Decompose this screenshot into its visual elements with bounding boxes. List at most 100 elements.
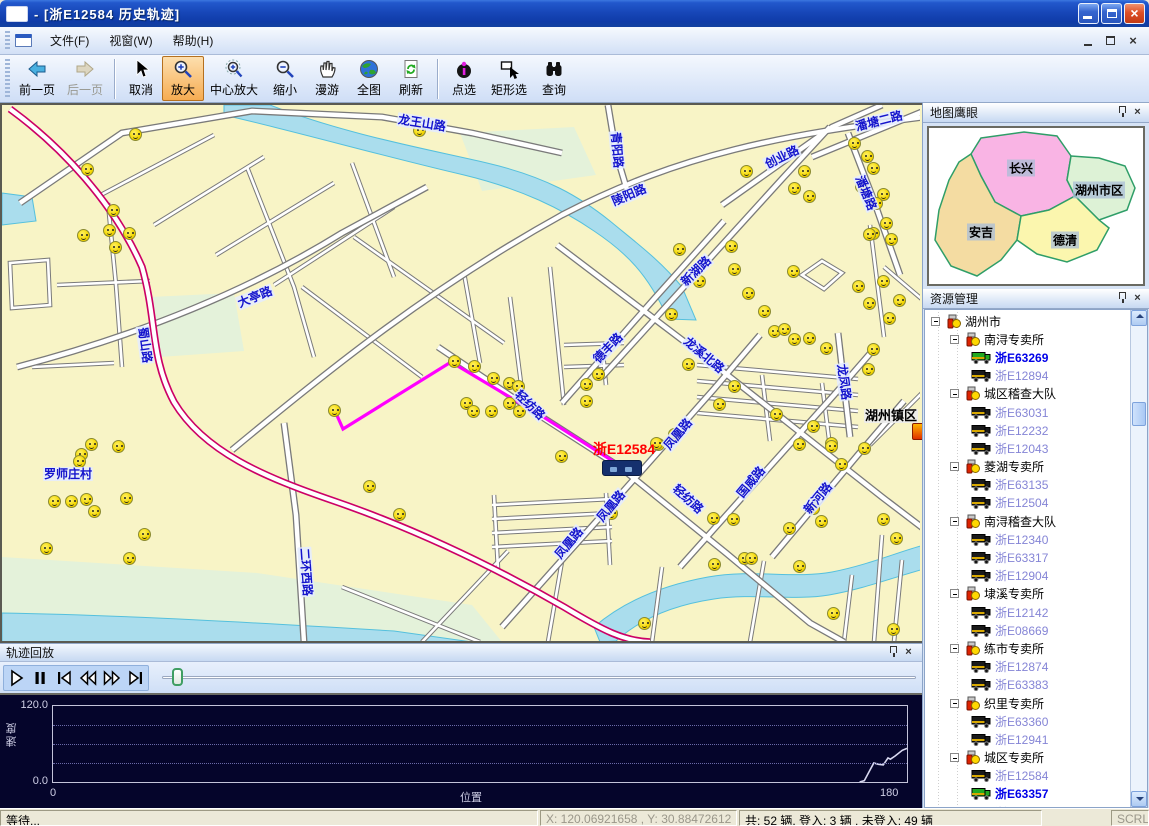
vehicle-position-smiley-icon[interactable] [555, 450, 568, 463]
tree-group-织里专卖所[interactable]: 织里专卖所 [925, 694, 1130, 712]
vehicle-position-smiley-icon[interactable] [835, 458, 848, 471]
vehicle-position-smiley-icon[interactable] [793, 438, 806, 451]
tree-vehicle-浙E08669[interactable]: 浙E08669 [925, 621, 1130, 639]
tree-vehicle-浙E09387[interactable]: 浙E09387 [925, 803, 1130, 807]
vehicle-position-smiley-icon[interactable] [665, 308, 678, 321]
toolbar-button-查询[interactable]: 查询 [533, 56, 575, 101]
tree-vehicle-浙E12142[interactable]: 浙E12142 [925, 603, 1130, 621]
tree-expander-icon[interactable] [950, 389, 959, 398]
playback-fast-forward-button[interactable] [100, 666, 124, 690]
vehicle-position-smiley-icon[interactable] [852, 280, 865, 293]
resource-close-button[interactable]: × [1130, 291, 1145, 306]
toolbar-button-取消[interactable]: 取消 [120, 56, 162, 101]
minimize-button[interactable] [1078, 3, 1099, 24]
close-button[interactable]: × [1124, 3, 1145, 24]
overview-close-button[interactable]: × [1130, 105, 1145, 120]
tree-vehicle-浙E12894[interactable]: 浙E12894 [925, 367, 1130, 385]
vehicle-position-smiley-icon[interactable] [77, 229, 90, 242]
vehicle-position-smiley-icon[interactable] [758, 305, 771, 318]
tree-group-练市专卖所[interactable]: 练市专卖所 [925, 639, 1130, 657]
vehicle-position-smiley-icon[interactable] [103, 224, 116, 237]
tree-vehicle-浙E12874[interactable]: 浙E12874 [925, 658, 1130, 676]
vehicle-position-smiley-icon[interactable] [673, 243, 686, 256]
playback-rewind-button[interactable] [76, 666, 100, 690]
vehicle-position-smiley-icon[interactable] [783, 522, 796, 535]
scroll-down-button[interactable] [1131, 791, 1147, 807]
tree-group-埭溪专卖所[interactable]: 埭溪专卖所 [925, 585, 1130, 603]
vehicle-position-smiley-icon[interactable] [123, 227, 136, 240]
vehicle-position-smiley-icon[interactable] [112, 440, 125, 453]
playback-pause-button[interactable] [28, 666, 52, 690]
tree-root-湖州市[interactable]: 湖州市 [925, 312, 1130, 330]
scroll-up-button[interactable] [1131, 310, 1147, 326]
mdi-restore-button[interactable] [1103, 34, 1119, 48]
tree-vehicle-浙E12584[interactable]: 浙E12584 [925, 767, 1130, 785]
playback-step-start-button[interactable] [52, 666, 76, 690]
vehicle-position-smiley-icon[interactable] [88, 505, 101, 518]
vehicle-position-smiley-icon[interactable] [707, 512, 720, 525]
tree-vehicle-浙E63269[interactable]: 浙E63269 [925, 348, 1130, 366]
tree-vehicle-浙E63317[interactable]: 浙E63317 [925, 548, 1130, 566]
toolbar-button-全图[interactable]: 全图 [348, 56, 390, 101]
map-viewport[interactable]: 龙王山路青阳路潘塘二路潘塘路创业路陵阳路新湖路大亭路蜀山路德丰路龙溪北路轻纺路轻… [0, 103, 922, 643]
tree-vehicle-浙E63135[interactable]: 浙E63135 [925, 476, 1130, 494]
toolbar-button-前一页[interactable]: 前一页 [13, 56, 61, 101]
tree-vehicle-浙E12340[interactable]: 浙E12340 [925, 530, 1130, 548]
vehicle-position-smiley-icon[interactable] [740, 165, 753, 178]
vehicle-position-smiley-icon[interactable] [713, 398, 726, 411]
toolbar-button-刷新[interactable]: 刷新 [390, 56, 432, 101]
vehicle-position-smiley-icon[interactable] [825, 440, 838, 453]
vehicle-position-smiley-icon[interactable] [448, 355, 461, 368]
vehicle-position-smiley-icon[interactable] [120, 492, 133, 505]
vehicle-position-smiley-icon[interactable] [862, 363, 875, 376]
vehicle-position-smiley-icon[interactable] [138, 528, 151, 541]
vehicle-position-smiley-icon[interactable] [863, 297, 876, 310]
vehicle-position-smiley-icon[interactable] [468, 360, 481, 373]
vehicle-position-smiley-icon[interactable] [40, 542, 53, 555]
tracked-vehicle-icon[interactable] [602, 460, 642, 476]
vehicle-position-smiley-icon[interactable] [725, 240, 738, 253]
tree-vehicle-浙E12043[interactable]: 浙E12043 [925, 439, 1130, 457]
mdi-minimize-button[interactable] [1081, 34, 1097, 48]
vehicle-position-smiley-icon[interactable] [885, 233, 898, 246]
menu-item-3[interactable]: 帮助(H) [163, 28, 224, 53]
tree-group-城区稽查大队[interactable]: 城区稽查大队 [925, 385, 1130, 403]
overview-pin-button[interactable] [1115, 105, 1130, 120]
vehicle-position-smiley-icon[interactable] [65, 495, 78, 508]
tree-expander-icon[interactable] [931, 317, 940, 326]
vehicle-position-smiley-icon[interactable] [81, 163, 94, 176]
vehicle-position-smiley-icon[interactable] [787, 265, 800, 278]
playback-slider-thumb[interactable] [172, 668, 183, 686]
tree-group-菱湖专卖所[interactable]: 菱湖专卖所 [925, 458, 1130, 476]
toolbar-button-漫游[interactable]: 漫游 [306, 56, 348, 101]
vehicle-position-smiley-icon[interactable] [745, 552, 758, 565]
vehicle-position-smiley-icon[interactable] [880, 217, 893, 230]
overview-map[interactable]: 长兴湖州市区安吉德清 [927, 126, 1145, 286]
menubar-grip[interactable] [5, 31, 10, 51]
vehicle-position-smiley-icon[interactable] [638, 617, 651, 630]
tree-expander-icon[interactable] [950, 699, 959, 708]
vehicle-position-smiley-icon[interactable] [887, 623, 900, 636]
tree-vehicle-浙E63031[interactable]: 浙E63031 [925, 403, 1130, 421]
tree-vehicle-浙E63360[interactable]: 浙E63360 [925, 712, 1130, 730]
tree-scrollbar[interactable] [1130, 310, 1147, 807]
mdi-close-button[interactable]: × [1125, 34, 1141, 48]
vehicle-position-smiley-icon[interactable] [107, 204, 120, 217]
toolbar-grip[interactable] [5, 59, 10, 99]
vehicle-position-smiley-icon[interactable] [788, 182, 801, 195]
scrollbar-thumb[interactable] [1132, 402, 1146, 426]
tree-group-南浔专卖所[interactable]: 南浔专卖所 [925, 330, 1130, 348]
tree-expander-icon[interactable] [950, 462, 959, 471]
restore-button[interactable] [1101, 3, 1122, 24]
vehicle-position-smiley-icon[interactable] [682, 358, 695, 371]
toolbar-button-矩形选[interactable]: 矩形选 [485, 56, 533, 101]
vehicle-position-smiley-icon[interactable] [728, 263, 741, 276]
playback-slider[interactable] [162, 662, 916, 693]
vehicle-position-smiley-icon[interactable] [883, 312, 896, 325]
toolbar-button-中心放大[interactable]: 中心放大 [204, 56, 264, 101]
vehicle-position-smiley-icon[interactable] [807, 420, 820, 433]
vehicle-position-smiley-icon[interactable] [867, 162, 880, 175]
vehicle-position-smiley-icon[interactable] [487, 372, 500, 385]
vehicle-position-smiley-icon[interactable] [727, 513, 740, 526]
tree-expander-icon[interactable] [950, 589, 959, 598]
